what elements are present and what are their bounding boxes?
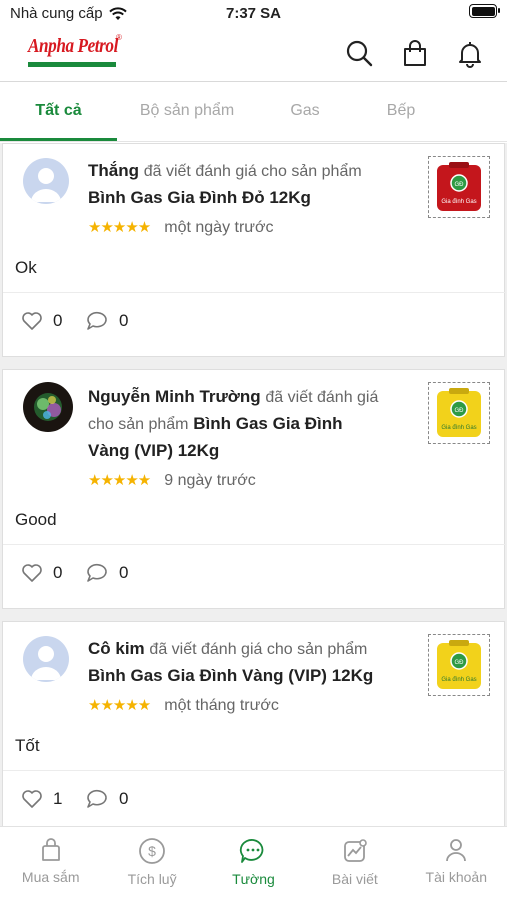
gas-cylinder-image: GĐ Gia đình Gas xyxy=(437,162,481,211)
avatar[interactable] xyxy=(23,382,73,432)
tab-stove[interactable]: Bếp xyxy=(353,82,449,141)
gas-cylinder-image: GĐ Gia đình Gas xyxy=(437,640,481,689)
thumb-label: Gia đình Gas xyxy=(441,425,476,431)
like-button[interactable]: 0 xyxy=(21,311,62,331)
nav-rewards[interactable]: $ Tích luỹ xyxy=(101,827,202,900)
comment-count: 0 xyxy=(119,789,129,808)
star-rating: ★★★★★ xyxy=(88,219,151,236)
app-header: Anpha Petrol ® xyxy=(0,28,507,82)
bottom-navigation: Mua sắm $ Tích luỹ Tường Bài viết Tài kh… xyxy=(0,826,507,900)
nav-label: Bài viết xyxy=(331,871,378,887)
thumb-label: Gia đình Gas xyxy=(441,199,476,205)
reviewer-name[interactable]: Nguyễn Minh Trường xyxy=(88,387,261,406)
chat-icon xyxy=(240,839,264,863)
default-avatar-icon xyxy=(23,158,69,204)
rating-row: ★★★★★ một tháng trước xyxy=(88,693,388,719)
category-tabs: Tất cả Bộ sản phẩm Gas Bếp xyxy=(0,82,507,142)
review-actions: 0 0 xyxy=(3,544,506,606)
tab-product-set[interactable]: Bộ sản phẩm xyxy=(117,82,257,141)
comment-button[interactable]: 0 xyxy=(85,789,128,809)
nav-label: Tường xyxy=(232,871,275,887)
nav-account[interactable]: Tài khoản xyxy=(406,827,507,900)
svg-text:GĐ: GĐ xyxy=(455,182,465,188)
heart-icon xyxy=(22,312,42,330)
search-icon[interactable] xyxy=(344,38,374,68)
avatar[interactable] xyxy=(23,158,69,204)
nav-label: Mua sắm xyxy=(21,869,80,885)
heart-icon xyxy=(22,790,42,808)
comment-button[interactable]: 0 xyxy=(85,563,128,583)
product-thumbnail[interactable]: GĐ Gia đình Gas xyxy=(428,382,490,444)
product-thumbnail[interactable]: GĐ Gia đình Gas xyxy=(428,634,490,696)
bell-icon[interactable] xyxy=(455,38,485,68)
nav-shopping[interactable]: Mua sắm xyxy=(0,827,101,900)
dollar-icon: $ xyxy=(139,838,165,864)
star-rating: ★★★★★ xyxy=(88,472,151,489)
logo-text: Anpha Petrol xyxy=(28,35,118,57)
svg-text:GĐ: GĐ xyxy=(455,408,465,414)
rating-row: ★★★★★ một ngày trước xyxy=(88,215,388,241)
svg-text:GĐ: GĐ xyxy=(455,660,465,666)
review-action-text: đã viết đánh giá cho sản phẩm xyxy=(149,641,368,658)
product-name[interactable]: Bình Gas Gia Đình Vàng (VIP) 12Kg xyxy=(88,663,388,689)
logo-underline xyxy=(28,62,116,67)
review-header: Cô kim đã viết đánh giá cho sản phẩm Bìn… xyxy=(88,636,388,719)
review-actions: 1 0 xyxy=(3,770,506,826)
review-card: Thắng đã viết đánh giá cho sản phẩm Bình… xyxy=(2,143,506,357)
thumb-label: Gia đình Gas xyxy=(441,677,476,683)
bag-icon xyxy=(41,838,60,861)
star-rating: ★★★★★ xyxy=(88,697,151,714)
status-bar: Nhà cung cấp 7:37 SA xyxy=(0,0,507,28)
comment-count: 0 xyxy=(119,311,129,330)
comment-button[interactable]: 0 xyxy=(85,311,128,331)
battery-icon xyxy=(469,4,500,18)
cart-bag-icon[interactable] xyxy=(400,38,430,68)
review-header: Thắng đã viết đánh giá cho sản phẩm Bình… xyxy=(88,158,388,241)
avatar[interactable] xyxy=(23,636,69,682)
heart-icon xyxy=(22,564,42,582)
review-card: Nguyễn Minh Trường đã viết đánh giá cho … xyxy=(2,369,506,609)
reviewer-name[interactable]: Cô kim xyxy=(88,639,145,658)
user-icon xyxy=(446,839,467,862)
review-comment: Tốt xyxy=(15,736,40,755)
tab-gas[interactable]: Gas xyxy=(257,82,353,141)
like-count: 0 xyxy=(53,311,63,330)
review-time: một tháng trước xyxy=(164,697,279,714)
rating-row: ★★★★★ 9 ngày trước xyxy=(88,468,388,494)
logo-registered-mark: ® xyxy=(116,33,122,42)
review-actions: 0 0 xyxy=(3,292,506,354)
default-avatar-icon xyxy=(23,636,69,682)
like-count: 0 xyxy=(53,563,63,582)
svg-text:$: $ xyxy=(148,843,156,859)
review-comment: Good xyxy=(15,510,57,529)
review-action-text: đã viết đánh giá cho sản phẩm xyxy=(143,163,362,180)
tab-all[interactable]: Tất cả xyxy=(0,82,117,141)
review-time: một ngày trước xyxy=(164,219,274,236)
review-card: Cô kim đã viết đánh giá cho sản phẩm Bìn… xyxy=(2,621,506,826)
chart-icon xyxy=(343,839,367,862)
nav-label: Tài khoản xyxy=(425,869,487,885)
like-button[interactable]: 0 xyxy=(21,563,62,583)
nav-posts[interactable]: Bài viết xyxy=(304,827,405,900)
review-comment: Ok xyxy=(15,258,37,277)
gas-cylinder-image: GĐ Gia đình Gas xyxy=(437,388,481,437)
nav-wall[interactable]: Tường xyxy=(203,827,304,900)
product-name[interactable]: Bình Gas Gia Đình Đỏ 12Kg xyxy=(88,185,388,211)
brand-logo[interactable]: Anpha Petrol ® xyxy=(28,33,124,70)
nav-label: Tích luỹ xyxy=(127,871,177,887)
review-feed[interactable]: Thắng đã viết đánh giá cho sản phẩm Bình… xyxy=(0,143,507,826)
review-time: 9 ngày trước xyxy=(164,472,256,489)
reviewer-name[interactable]: Thắng xyxy=(88,161,139,180)
like-button[interactable]: 1 xyxy=(21,789,62,809)
product-thumbnail[interactable]: GĐ Gia đình Gas xyxy=(428,156,490,218)
comment-bubble-icon xyxy=(87,311,107,330)
like-count: 1 xyxy=(53,789,63,808)
comment-count: 0 xyxy=(119,563,129,582)
comment-bubble-icon xyxy=(87,789,107,808)
avatar-photo xyxy=(23,382,73,432)
clock: 7:37 SA xyxy=(225,5,282,22)
comment-bubble-icon xyxy=(87,563,107,582)
review-header: Nguyễn Minh Trường đã viết đánh giá cho … xyxy=(88,384,388,494)
